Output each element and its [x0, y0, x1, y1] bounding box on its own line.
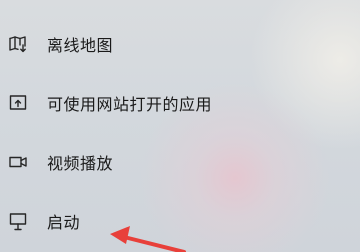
- menu-item-apps-for-websites[interactable]: 可使用网站打开的应用: [0, 85, 300, 121]
- offline-map-icon: [8, 34, 28, 54]
- menu-item-video-playback[interactable]: 视频播放: [0, 144, 300, 180]
- video-playback-icon: [8, 152, 28, 172]
- settings-menu: 离线地图 可使用网站打开的应用 视频播放 启动: [0, 0, 360, 252]
- apps-for-websites-icon: [8, 93, 28, 113]
- menu-item-label: 可使用网站打开的应用: [47, 95, 213, 114]
- menu-item-offline-maps[interactable]: 离线地图: [0, 26, 300, 62]
- menu-item-label: 视频播放: [47, 154, 114, 173]
- menu-item-label: 启动: [47, 213, 81, 232]
- startup-icon: [8, 211, 28, 231]
- menu-item-label: 离线地图: [47, 36, 114, 55]
- menu-item-startup[interactable]: 启动: [0, 203, 300, 239]
